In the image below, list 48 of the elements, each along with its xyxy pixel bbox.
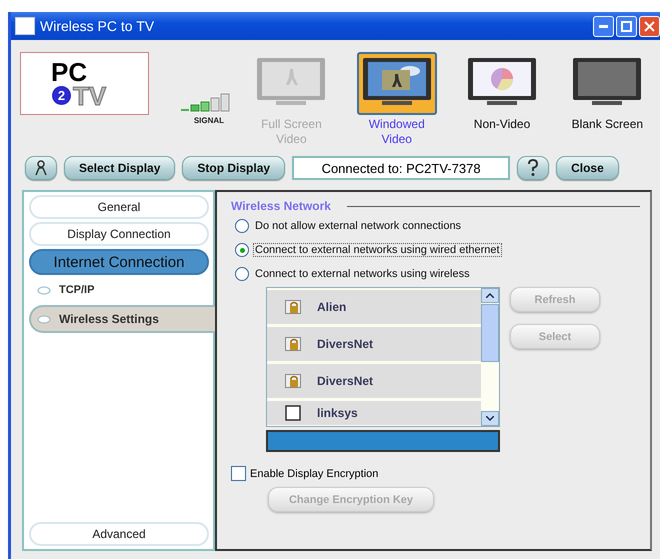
sidebar-item[interactable]: Advanced (29, 522, 209, 546)
scrollbar[interactable] (481, 288, 499, 426)
minimize-button[interactable] (593, 16, 614, 36)
sidebar-item[interactable]: Display Connection (29, 222, 209, 246)
tv-monitor-icon (467, 57, 538, 107)
scroll-up-icon (486, 293, 494, 298)
sidebar-item[interactable]: General (29, 195, 209, 219)
app-icon (15, 17, 35, 35)
minimize-icon (599, 24, 608, 28)
toolbar-button[interactable]: Select Display (64, 156, 176, 180)
radio-button[interactable] (235, 243, 249, 257)
help-button[interactable] (517, 156, 550, 180)
network-row[interactable]: linksys (267, 401, 481, 425)
radio-button[interactable] (235, 219, 249, 233)
password-field[interactable] (266, 430, 500, 452)
network-row[interactable]: DiversNet (267, 364, 481, 398)
bullet-icon (37, 286, 51, 294)
window-title: Wireless PC to TV (40, 18, 154, 34)
signal-label: SIGNAL (194, 116, 224, 125)
display-mode-button[interactable]: Blank Screen (554, 52, 660, 132)
close-button[interactable] (639, 16, 660, 36)
toolbar-button[interactable]: Close (556, 156, 619, 180)
person-icon (34, 160, 48, 176)
network-row[interactable]: Alien (267, 290, 481, 324)
radio-button[interactable] (235, 267, 249, 281)
logo-badge: 2 (52, 86, 71, 105)
bullet-icon (37, 314, 51, 324)
scroll-down-icon (486, 416, 494, 421)
tv-monitor-icon (572, 57, 642, 107)
sidebar-item[interactable]: Internet Connection (29, 249, 209, 275)
tv-monitor-icon (256, 57, 326, 107)
section-title: Wireless Network (231, 199, 331, 213)
user-button[interactable] (25, 156, 57, 180)
checkbox-label: Enable Display Encryption (250, 468, 378, 480)
connection-status: Connected to: PC2TV-7378 (292, 156, 510, 180)
tv-monitor-icon (362, 57, 432, 107)
network-list[interactable]: Alien DiversNet DiversNet linksys (266, 287, 500, 427)
close-icon (644, 20, 655, 32)
toolbar-button[interactable]: Stop Display (182, 156, 286, 180)
checkbox[interactable] (231, 466, 246, 481)
display-mode-button[interactable]: Non-Video (449, 52, 555, 132)
network-row[interactable]: DiversNet (267, 327, 481, 361)
maximize-icon (621, 20, 632, 32)
sidebar-subitem[interactable]: TCP/IP (29, 278, 217, 302)
sidebar-subitem[interactable]: Wireless Settings (29, 305, 217, 333)
help-icon (526, 159, 540, 177)
checkbox-option[interactable]: Enable Display Encryption (231, 466, 378, 481)
maximize-button[interactable] (616, 16, 637, 36)
